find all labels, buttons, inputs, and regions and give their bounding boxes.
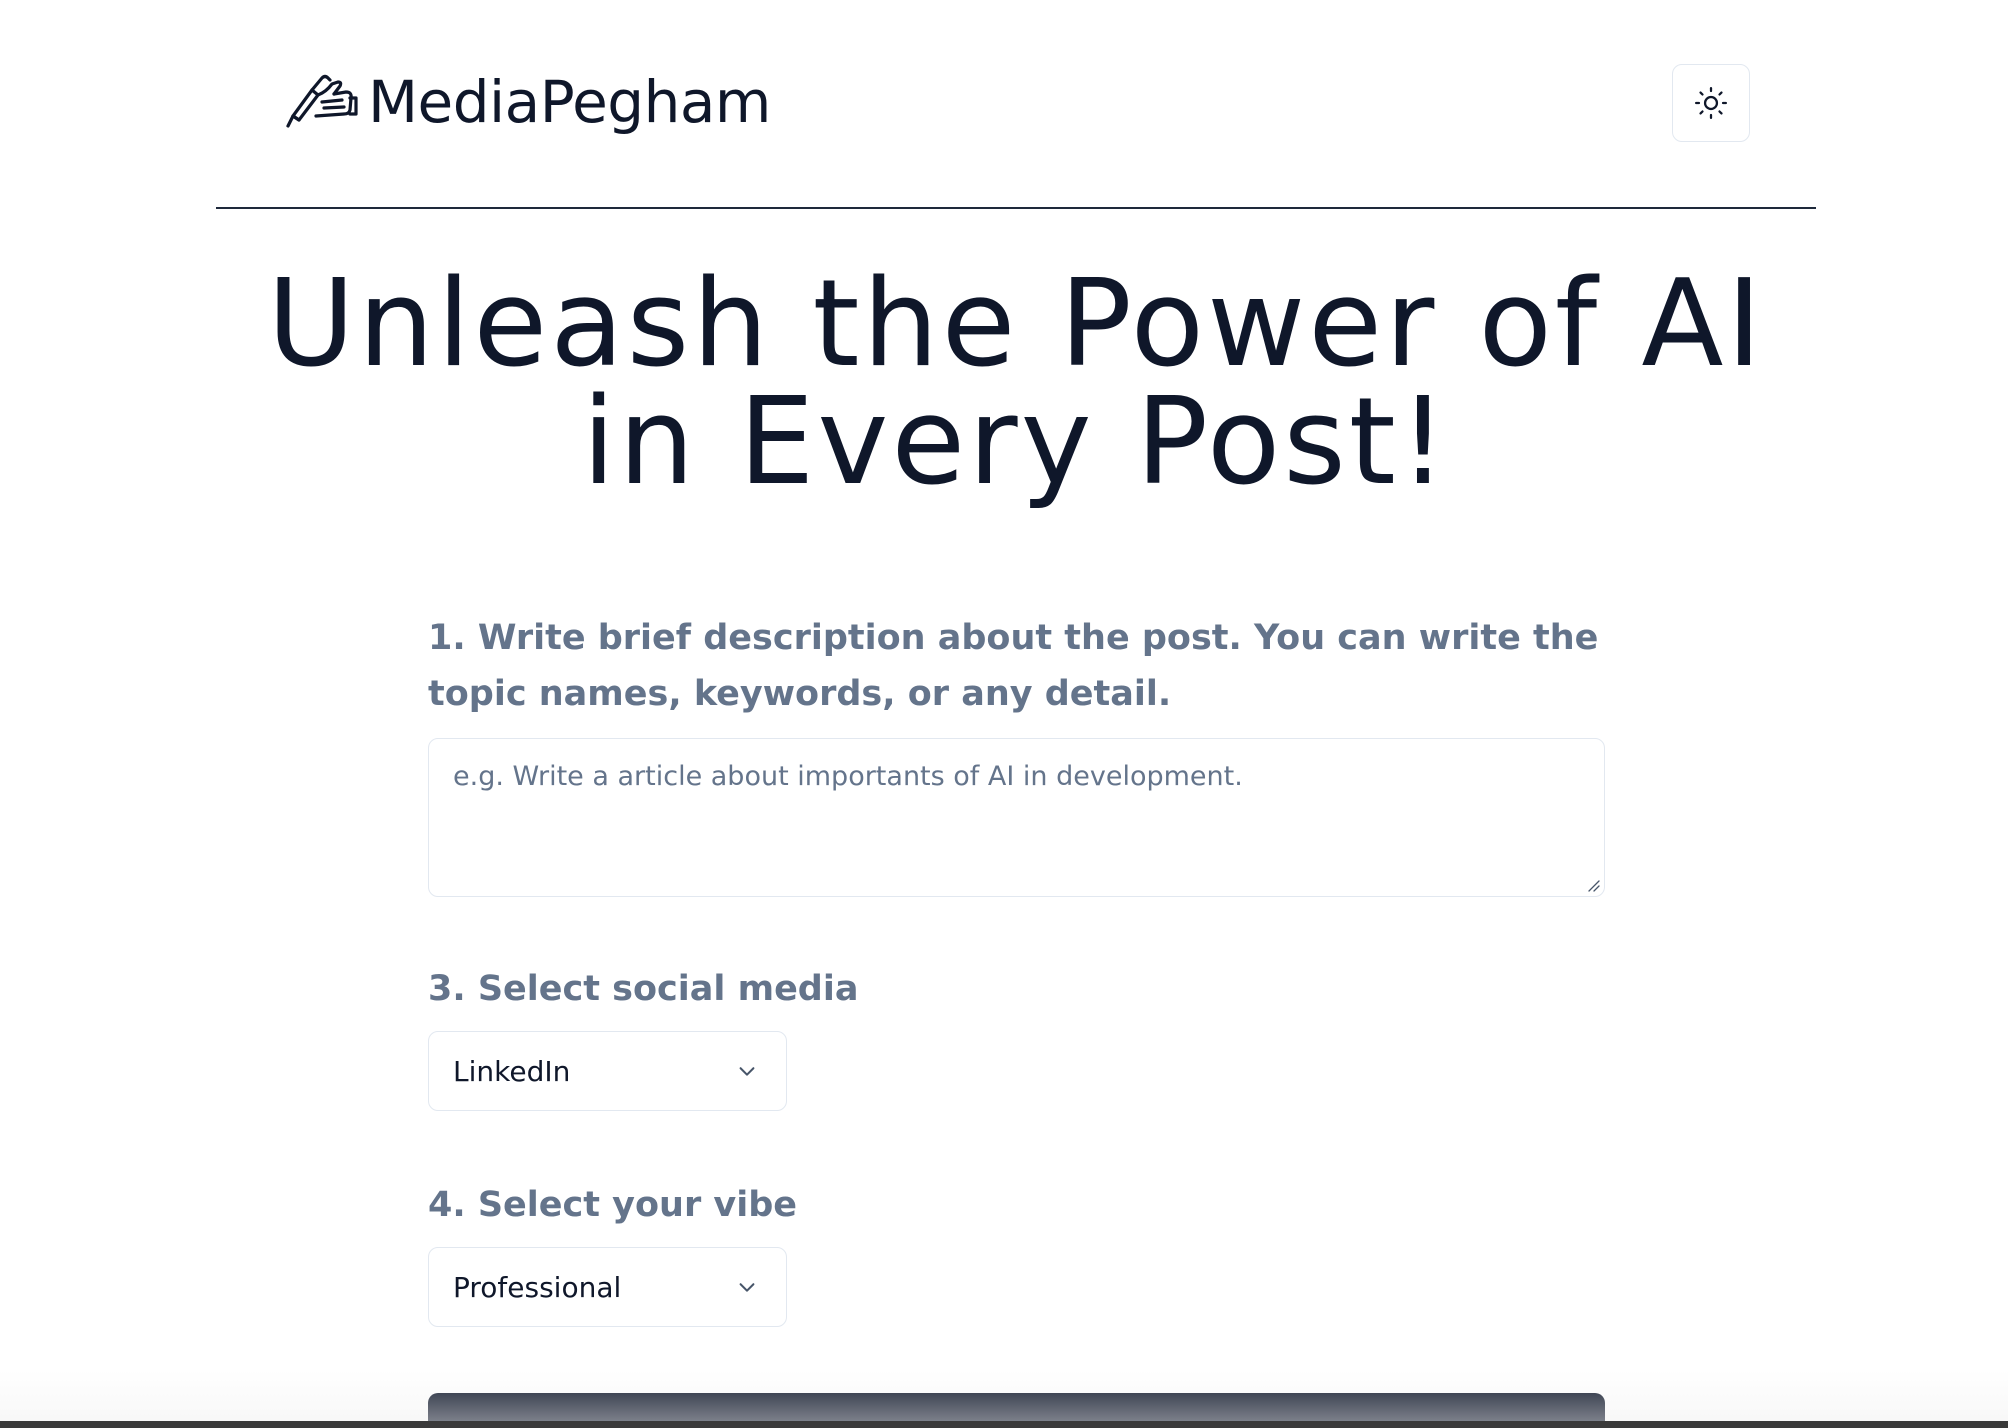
description-label: 1. Write brief description about the pos… (428, 618, 1599, 714)
vibe-selected-value: Professional (453, 1270, 622, 1304)
chevron-down-icon (739, 1283, 755, 1292)
site-header: MediaPegham (216, 0, 1816, 209)
hand-writing-icon (286, 74, 358, 128)
hero-title-line-2: in Every Post! (582, 373, 1450, 512)
vibe-select[interactable]: Professional (428, 1247, 787, 1327)
description-textarea[interactable] (429, 739, 1604, 896)
brand-name: MediaPegham (368, 68, 771, 136)
chevron-down-icon (739, 1067, 755, 1076)
social-media-section: 3. Select social media LinkedIn (428, 961, 1605, 1111)
vibe-label: 4. Select your vibe (428, 1185, 798, 1225)
social-media-select[interactable]: LinkedIn (428, 1031, 787, 1111)
vibe-section: 4. Select your vibe Professional (428, 1177, 1605, 1327)
theme-toggle-button[interactable] (1672, 64, 1750, 142)
brand-link[interactable]: MediaPegham (282, 66, 771, 138)
sun-icon (1694, 86, 1728, 120)
social-media-selected-value: LinkedIn (453, 1054, 571, 1088)
post-generator-form: 1. Write brief description about the pos… (428, 610, 1605, 1327)
viewport-bottom-edge (0, 1421, 2008, 1428)
description-field-wrapper (428, 738, 1605, 897)
resize-handle-icon[interactable] (1586, 878, 1600, 892)
social-media-label: 3. Select social media (428, 969, 859, 1009)
page: MediaPegham Unleash the Power of AI in E… (0, 0, 2008, 1428)
hero-title: Unleash the Power of AI in Every Post! (216, 265, 1816, 503)
